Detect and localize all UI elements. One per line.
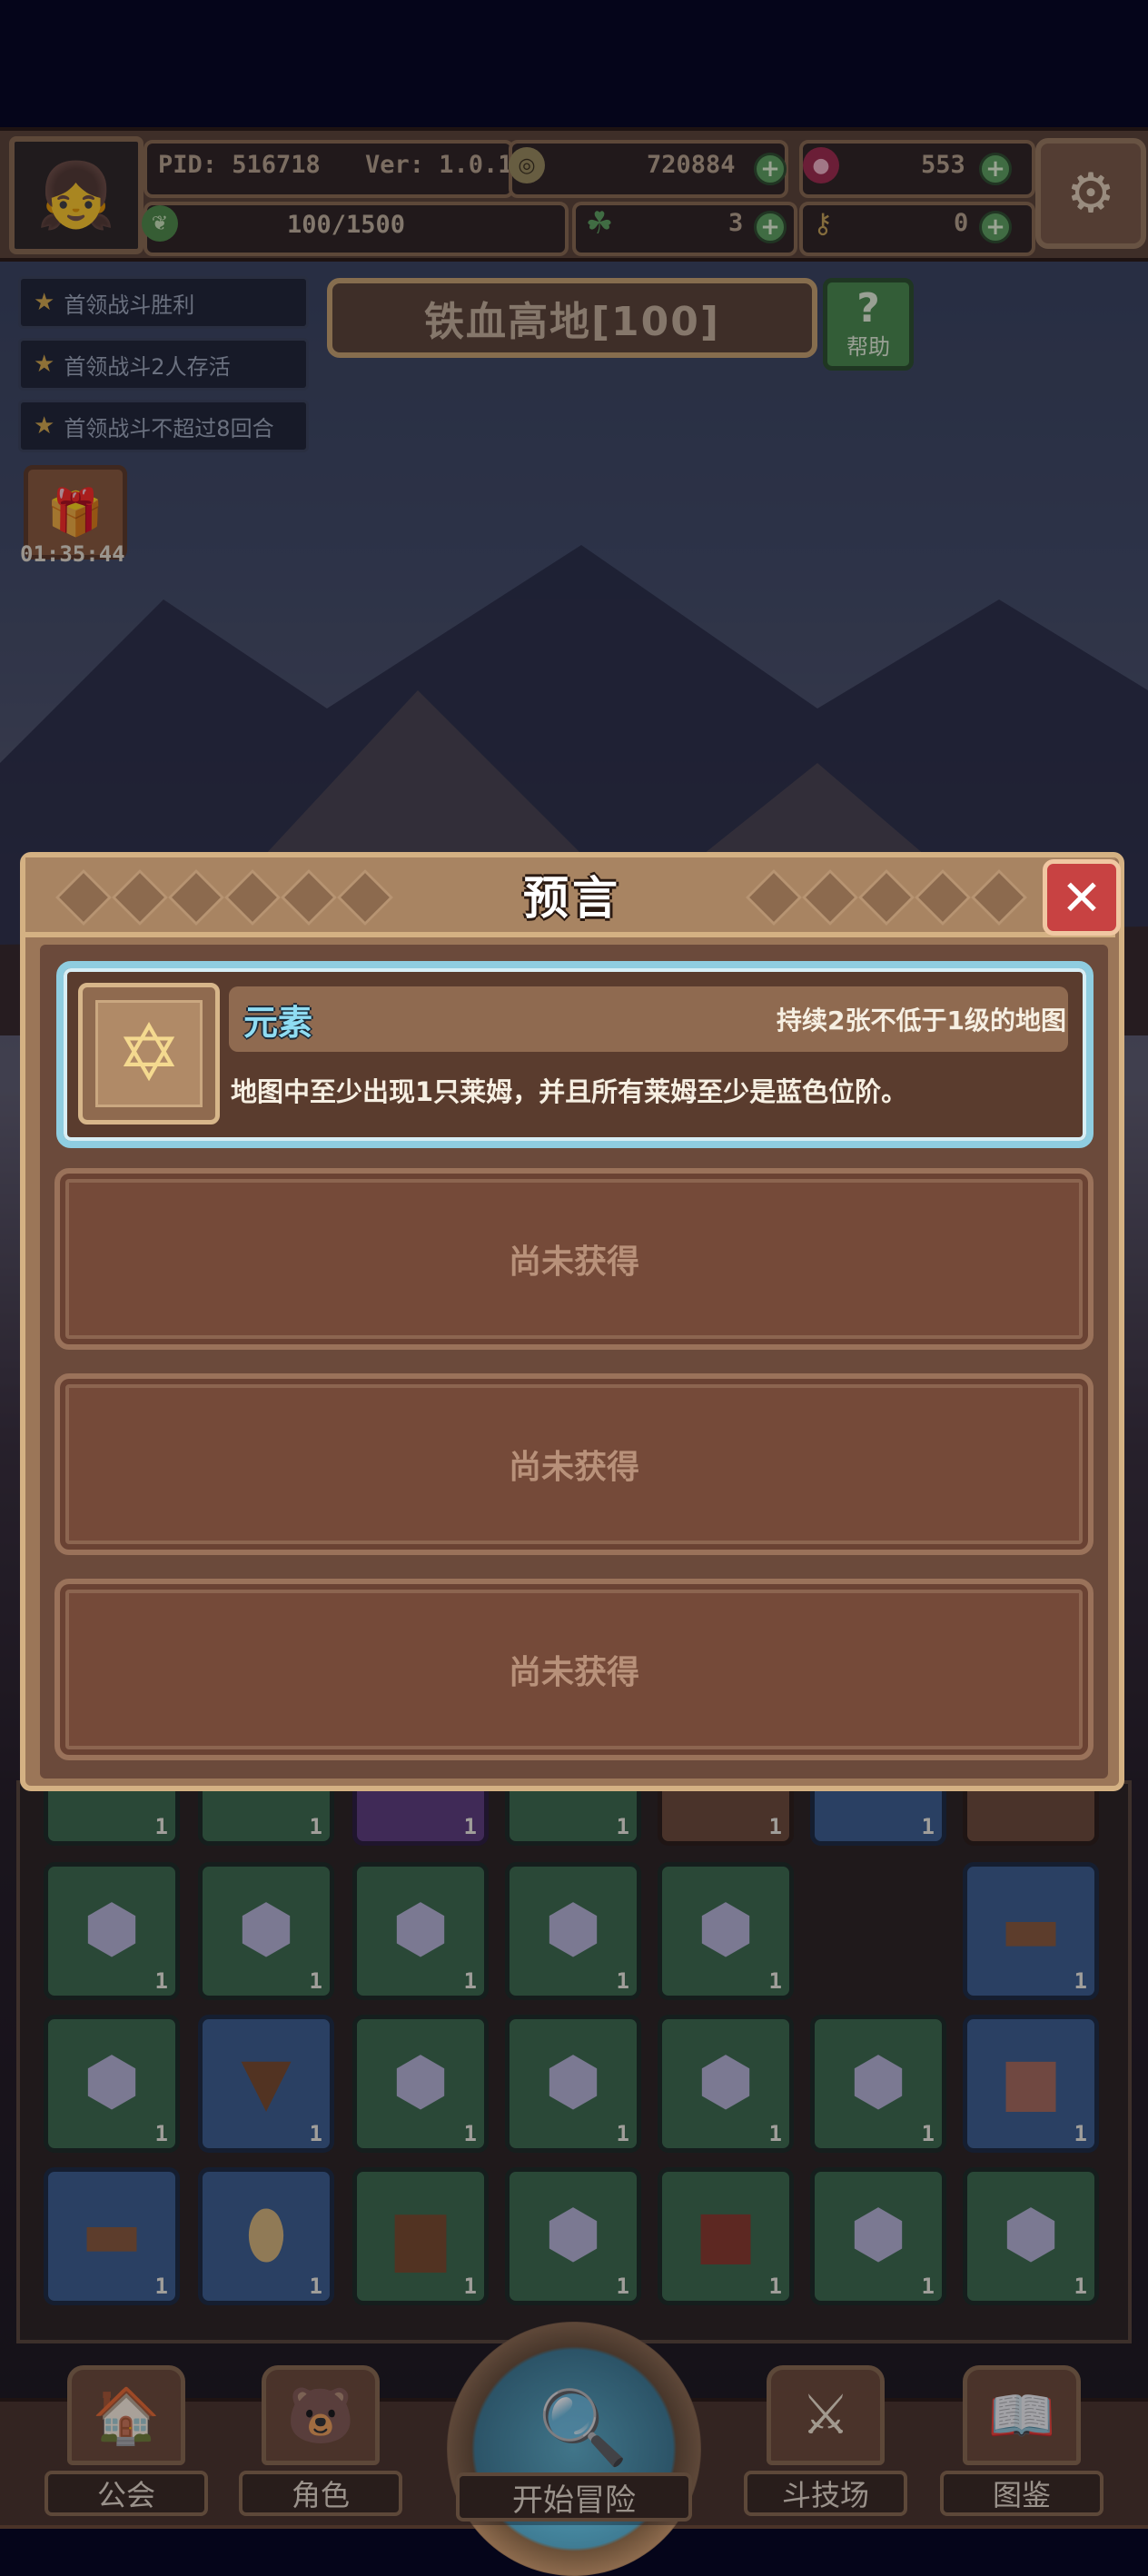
prophecy-description: 地图中至少出现1只莱姆，并且所有莱姆至少是蓝色位阶。 — [231, 1076, 908, 1107]
empty-prophecy-slot: 尚未获得 — [54, 1373, 1094, 1555]
empty-slot-label: 尚未获得 — [508, 1654, 639, 1691]
hexagram-icon: ✡ — [95, 1000, 203, 1107]
modal-title: 预言 — [523, 872, 621, 925]
empty-prophecy-slot: 尚未获得 — [54, 1579, 1094, 1760]
prophecy-card-emblem: ✡ — [78, 983, 220, 1125]
close-button[interactable]: ✕ — [1043, 859, 1121, 936]
empty-slot-label: 尚未获得 — [508, 1243, 639, 1281]
empty-prophecy-slot: 尚未获得 — [54, 1168, 1094, 1350]
prophecy-duration: 持续2张不低于1级的地图 — [777, 1006, 1066, 1035]
prophecy-name: 元素 — [243, 1002, 313, 1043]
close-icon: ✕ — [1061, 868, 1103, 926]
empty-slot-label: 尚未获得 — [508, 1449, 639, 1486]
